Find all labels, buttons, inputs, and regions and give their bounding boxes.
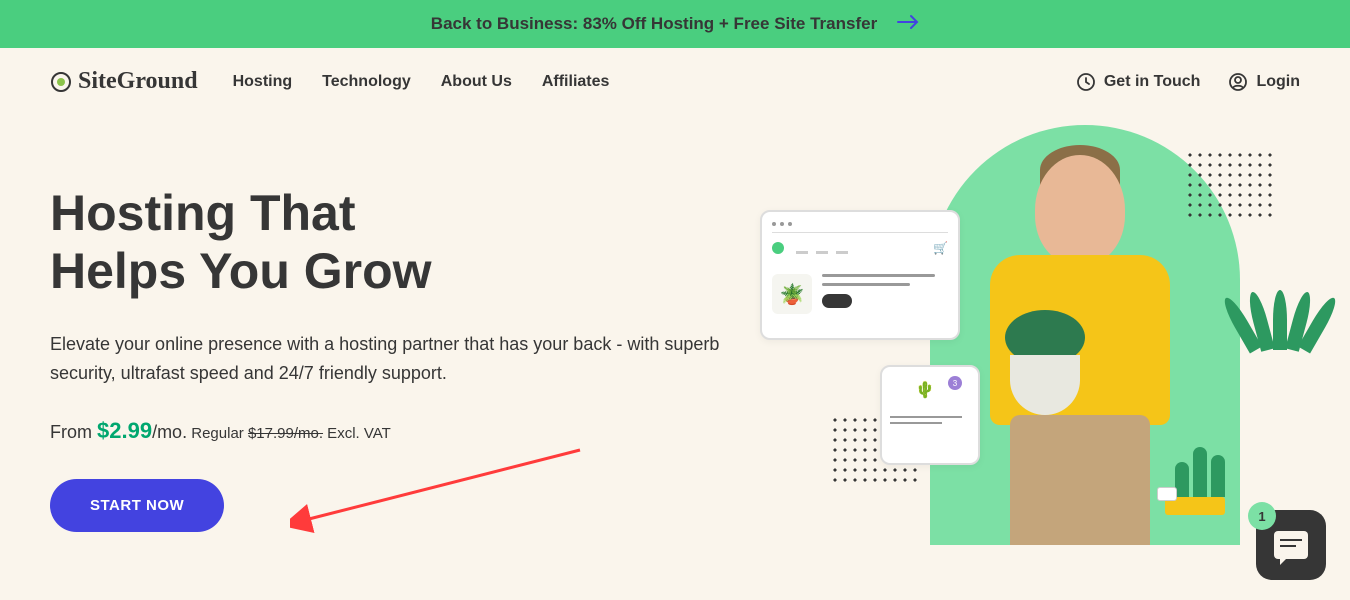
logo[interactable]: SiteGround [50,68,198,95]
nav-hosting[interactable]: Hosting [233,73,293,91]
price-value: $2.99 [97,418,152,443]
large-plant-illustration [1235,290,1325,410]
person-pants [1010,415,1150,545]
status-dot-icon [772,242,784,254]
pricing-row: From $2.99/mo. Regular $17.99/mo. Excl. … [50,418,738,444]
card-button-pill [822,294,852,308]
price-regular-label: Regular [187,425,248,442]
arrow-right-icon [897,13,919,36]
hero-title-line1: Hosting That [50,185,356,241]
cactus-thumbnail-icon: 🌵 [915,380,945,410]
nav-about[interactable]: About Us [441,73,512,91]
contact-label: Get in Touch [1104,73,1201,91]
product-card-small: 3 🌵 [880,365,980,465]
logo-text: SiteGround [78,68,198,95]
main-header: SiteGround Hosting Technology About Us A… [0,48,1350,115]
headset-icon [1076,72,1096,92]
chat-widget-button[interactable]: 1 [1256,510,1326,580]
login-label: Login [1256,73,1300,91]
cart-icon: 🛒 [933,241,948,255]
nav-affiliates[interactable]: Affiliates [542,73,610,91]
browser-dots [772,222,948,226]
hero-illustration: 🛒 🪴 3 🌵 [790,115,1350,545]
cactus-group-illustration [1165,435,1235,515]
chat-bubble-icon [1274,531,1308,559]
person-illustration [970,155,1190,545]
price-strike: $17.99/mo. [248,425,323,442]
dots-pattern-top [1185,150,1275,220]
chat-badge: 1 [1248,502,1276,530]
contact-link[interactable]: Get in Touch [1076,72,1201,92]
hero-title-line2: Helps You Grow [50,243,432,299]
price-period: /mo. [152,422,187,442]
person-head [1035,155,1125,265]
login-link[interactable]: Login [1228,72,1300,92]
price-vat: Excl. VAT [323,425,391,442]
hero-title: Hosting That Helps You Grow [50,185,738,300]
price-tag-icon [1157,487,1177,501]
notification-badge: 3 [948,376,962,390]
hero-section: Hosting That Helps You Grow Elevate your… [0,115,1350,532]
price-from-label: From [50,422,97,442]
user-icon [1228,72,1248,92]
browser-card-large: 🛒 🪴 [760,210,960,340]
hero-content: Hosting That Helps You Grow Elevate your… [50,155,738,532]
nav-technology[interactable]: Technology [322,73,411,91]
main-nav: Hosting Technology About Us Affiliates [233,73,610,91]
hero-description: Elevate your online presence with a host… [50,330,730,388]
promo-text: Back to Business: 83% Off Hosting + Free… [431,14,877,34]
header-right: Get in Touch Login [1076,72,1300,92]
plant-thumbnail-icon: 🪴 [772,274,812,314]
promo-banner[interactable]: Back to Business: 83% Off Hosting + Free… [0,0,1350,48]
start-now-button[interactable]: START NOW [50,479,224,532]
logo-icon [50,71,72,93]
